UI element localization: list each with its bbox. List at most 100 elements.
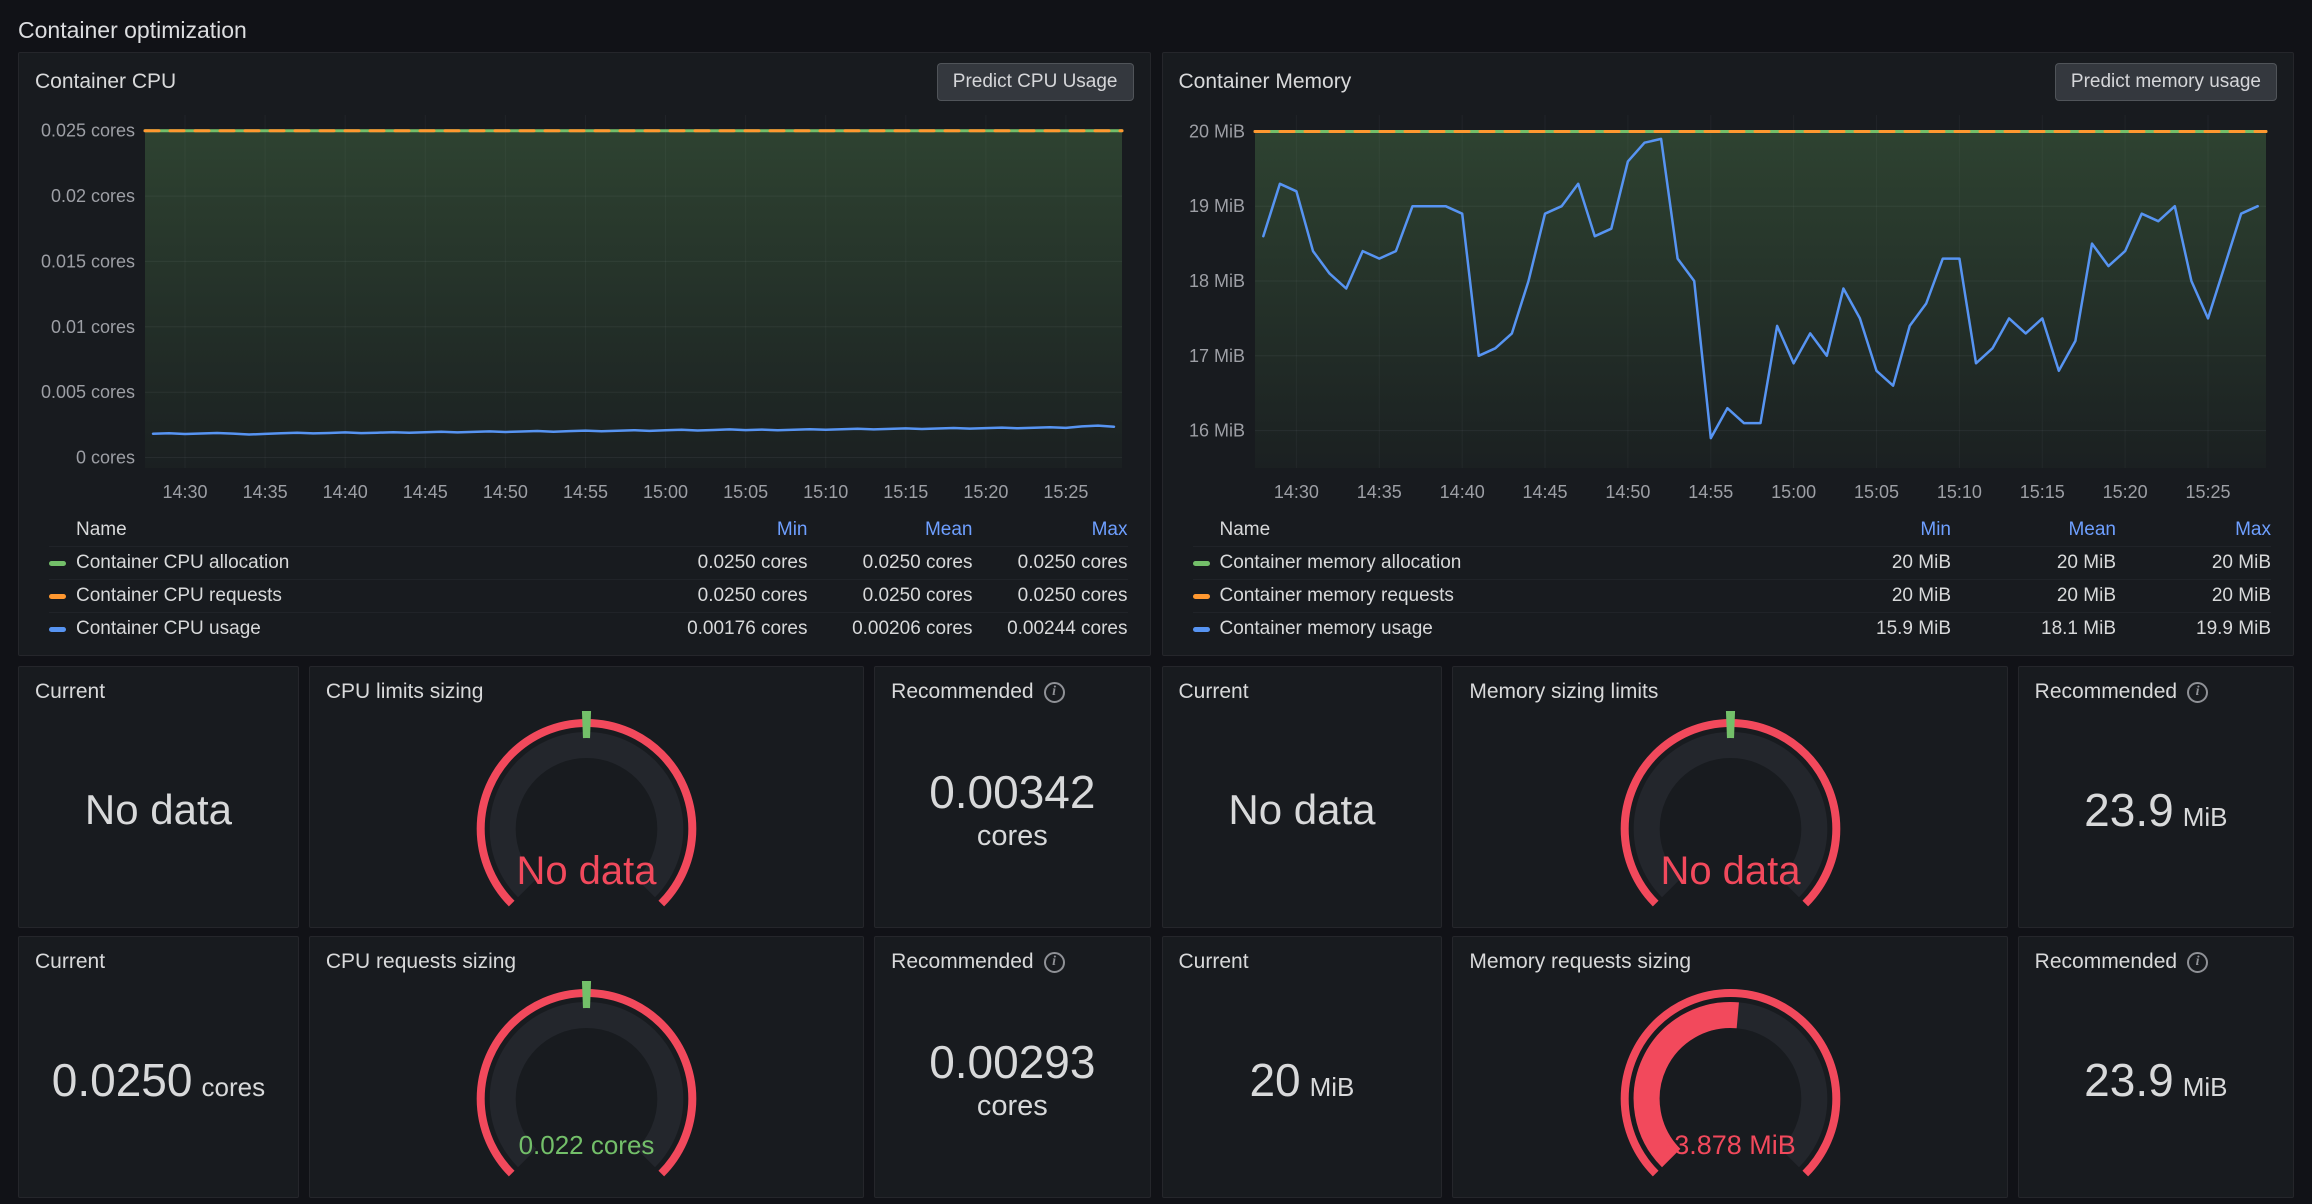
series-name: Container memory usage [1220, 618, 1433, 640]
legend-header-mean[interactable]: Mean [808, 519, 973, 541]
svg-text:0.025 cores: 0.025 cores [41, 121, 135, 141]
svg-text:15:25: 15:25 [2185, 482, 2230, 502]
stat-value: 20 [1249, 1055, 1300, 1106]
panel-title: Current [1179, 680, 1249, 704]
info-icon[interactable]: i [1044, 682, 1065, 703]
svg-text:15:00: 15:00 [1771, 482, 1816, 502]
svg-text:0.01 cores: 0.01 cores [51, 317, 135, 337]
stat-value: 0.0250 [52, 1055, 193, 1106]
stat-unit: cores [977, 1090, 1048, 1123]
series-max: 0.0250 cores [973, 552, 1128, 574]
info-icon[interactable]: i [2187, 952, 2208, 973]
legend-header-mean[interactable]: Mean [1951, 519, 2116, 541]
panel-memory-requests-sizing: Memory requests sizing -3.878 MiB [1452, 936, 2007, 1198]
series-min: 0.00176 cores [643, 618, 808, 640]
svg-text:18 MiB: 18 MiB [1188, 271, 1244, 291]
series-mean: 18.1 MiB [1951, 618, 2116, 640]
cpu-limits-gauge: No data [310, 711, 863, 927]
svg-text:15:20: 15:20 [2102, 482, 2147, 502]
series-max: 0.00244 cores [973, 618, 1128, 640]
panel-title: Memory sizing limits [1469, 680, 1658, 704]
panel-mem-limits-recommended: Recommendedi 23.9 MiB [2018, 666, 2294, 928]
panel-title: Current [35, 680, 105, 704]
panel-title: Recommended [891, 950, 1033, 974]
svg-text:14:50: 14:50 [483, 482, 528, 502]
svg-text:0.022 cores: 0.022 cores [519, 1130, 655, 1160]
svg-text:15:25: 15:25 [1043, 482, 1088, 502]
panel-title: Recommended [2035, 950, 2177, 974]
panel-title: Current [35, 950, 105, 974]
svg-text:15:05: 15:05 [723, 482, 768, 502]
svg-text:17 MiB: 17 MiB [1188, 346, 1244, 366]
stat-unit: MiB [1310, 1072, 1355, 1103]
panel-cpu-requests-current: Current 0.0250 cores [18, 936, 299, 1198]
legend-header-min[interactable]: Min [643, 519, 808, 541]
svg-text:14:50: 14:50 [1605, 482, 1650, 502]
cpu-legend-header: Name Min Mean Max [49, 514, 1128, 546]
panel-container-memory: Container Memory Predict memory usage 14… [1162, 52, 2295, 656]
series-mean: 20 MiB [1951, 552, 2116, 574]
legend-header-name[interactable]: Name [49, 519, 643, 541]
legend-row-cpu-usage: Container CPU usage 0.00176 cores 0.0020… [49, 612, 1128, 645]
series-name: Container memory allocation [1220, 552, 1462, 574]
series-swatch-orange [1193, 594, 1210, 599]
info-icon[interactable]: i [2187, 682, 2208, 703]
memory-legend-header: Name Min Mean Max [1193, 514, 2272, 546]
memory-requests-gauge: -3.878 MiB [1453, 981, 2006, 1197]
series-mean: 0.0250 cores [808, 552, 973, 574]
series-mean: 0.0250 cores [808, 585, 973, 607]
svg-text:16 MiB: 16 MiB [1188, 421, 1244, 441]
panel-mem-requests-recommended: Recommendedi 23.9 MiB [2018, 936, 2294, 1198]
series-min: 0.0250 cores [643, 585, 808, 607]
svg-text:-3.878 MiB: -3.878 MiB [1665, 1130, 1796, 1160]
svg-text:14:35: 14:35 [243, 482, 288, 502]
svg-text:14:30: 14:30 [1273, 482, 1318, 502]
stat-unit: MiB [2183, 802, 2228, 833]
cpu-timeseries-chart[interactable]: 14:3014:3514:4014:4514:5014:5515:0015:05… [25, 105, 1144, 514]
predict-cpu-usage-button[interactable]: Predict CPU Usage [937, 63, 1134, 101]
svg-text:No data: No data [1660, 849, 1801, 893]
info-icon[interactable]: i [1044, 952, 1065, 973]
legend-header-max[interactable]: Max [2116, 519, 2271, 541]
panel-title: Memory requests sizing [1469, 950, 1691, 974]
svg-text:0 cores: 0 cores [76, 448, 135, 468]
svg-text:14:55: 14:55 [563, 482, 608, 502]
svg-text:14:45: 14:45 [1522, 482, 1567, 502]
panel-cpu-limits-current: Current No data [18, 666, 299, 928]
series-swatch-blue [49, 627, 66, 632]
svg-text:0.015 cores: 0.015 cores [41, 251, 135, 271]
svg-text:15:20: 15:20 [963, 482, 1008, 502]
panel-title: CPU requests sizing [326, 950, 516, 974]
series-swatch-green [49, 561, 66, 566]
panel-container-cpu: Container CPU Predict CPU Usage 14:3014:… [18, 52, 1151, 656]
stat-value: 0.00342 [929, 767, 1095, 818]
cpu-legend: Name Min Mean Max Container CPU allocati… [19, 514, 1150, 655]
svg-text:0.02 cores: 0.02 cores [51, 186, 135, 206]
series-name: Container memory requests [1220, 585, 1454, 607]
legend-row-cpu-requests: Container CPU requests 0.0250 cores 0.02… [49, 579, 1128, 612]
legend-header-min[interactable]: Min [1786, 519, 1951, 541]
stat-unit: MiB [2183, 1072, 2228, 1103]
svg-text:19 MiB: 19 MiB [1188, 196, 1244, 216]
panel-title: Recommended [891, 680, 1033, 704]
legend-row-memory-requests: Container memory requests 20 MiB 20 MiB … [1193, 579, 2272, 612]
series-name: Container CPU usage [76, 618, 261, 640]
page-header: Container optimization [18, 8, 2294, 52]
series-min: 20 MiB [1786, 585, 1951, 607]
svg-text:0.005 cores: 0.005 cores [41, 382, 135, 402]
legend-header-name[interactable]: Name [1193, 519, 1787, 541]
series-max: 20 MiB [2116, 552, 2271, 574]
svg-text:15:15: 15:15 [883, 482, 928, 502]
svg-text:15:05: 15:05 [1853, 482, 1898, 502]
legend-header-max[interactable]: Max [973, 519, 1128, 541]
svg-text:14:30: 14:30 [162, 482, 207, 502]
predict-memory-usage-button[interactable]: Predict memory usage [2055, 63, 2277, 101]
stat-value-no-data: No data [85, 787, 232, 833]
panel-title: Recommended [2035, 680, 2177, 704]
cpu-requests-gauge: 0.022 cores [310, 981, 863, 1197]
memory-timeseries-chart[interactable]: 14:3014:3514:4014:4514:5014:5515:0015:05… [1169, 105, 2288, 514]
memory-legend: Name Min Mean Max Container memory alloc… [1163, 514, 2294, 655]
panel-title: Current [1179, 950, 1249, 974]
stat-value-no-data: No data [1228, 787, 1375, 833]
series-mean: 0.00206 cores [808, 618, 973, 640]
